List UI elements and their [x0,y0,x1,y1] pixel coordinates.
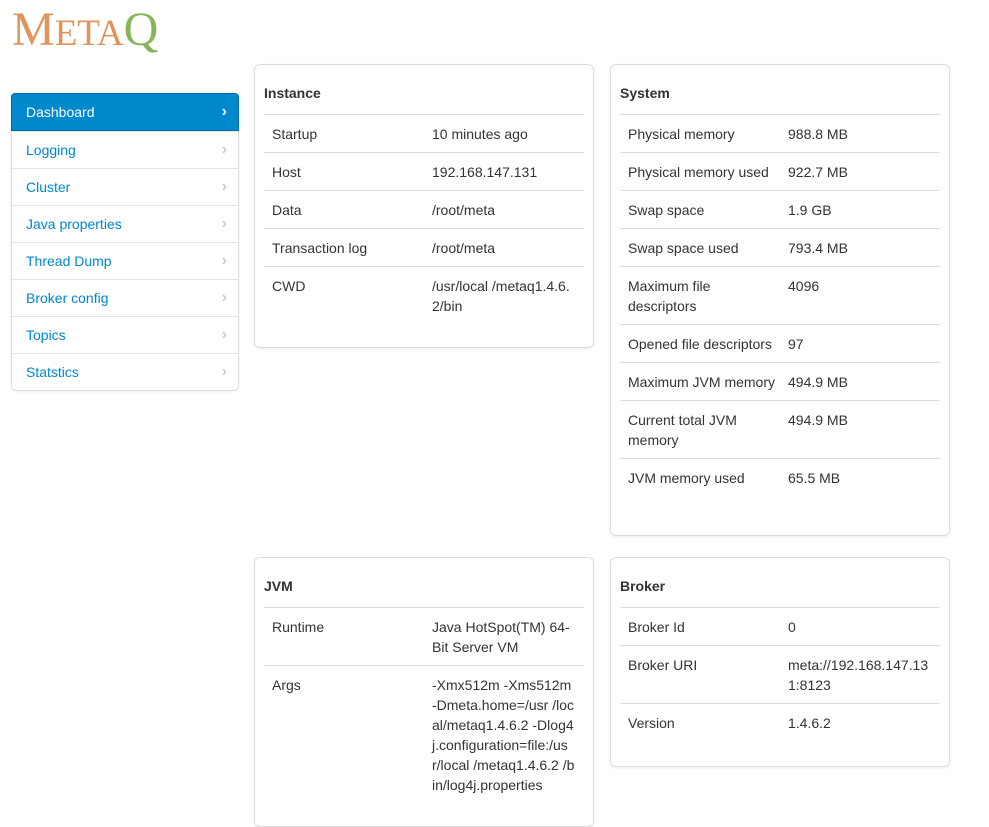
broker-panel-title: Broker [620,558,940,608]
jvm-row: Args -Xmx512m -Xms512m -Dmeta.home=/usr /… [264,665,584,803]
sidebar-item-topics[interactable]: Topics › [12,316,238,353]
jvm-row-key: Args [272,677,301,693]
sidebar-item-cluster[interactable]: Cluster › [12,168,238,205]
broker-row-key: Version [628,715,675,731]
jvm-row-value: Java HotSpot(TM) 64-Bit Server VM [432,619,570,655]
instance-row: Transaction log/root/meta [264,228,584,266]
chevron-right-icon: › [221,363,227,380]
system-row-key: Physical memory used [628,164,769,180]
chevron-right-icon: › [221,215,227,232]
system-row: Maximum file descriptors 4096 [620,266,940,324]
system-row-value: 988.8 MB [788,126,848,142]
sidebar-item-label: Thread Dump [26,253,112,269]
logo-letter-q: Q [123,3,159,56]
chevron-right-icon: › [221,103,227,120]
system-row: Swap space used 793.4 MB [620,228,940,266]
sidebar-item-label: Java properties [26,216,122,232]
broker-row-value: 0 [788,619,796,635]
system-row-key: Physical memory [628,126,735,142]
system-row-value: 65.5 MB [788,470,841,486]
jvm-row: Runtime Java HotSpot(TM) 64-Bit Server VM [264,608,584,665]
metaq-logo: METAQ [12,2,158,62]
sidebar-item-broker-config[interactable]: Broker config › [12,279,238,316]
instance-row-key: Host [272,164,301,180]
sidebar-item-logging[interactable]: Logging › [12,131,238,168]
broker-row: Broker Id 0 [620,608,940,645]
sidebar-item-label: Cluster [26,179,71,195]
jvm-row-value: -Xmx512m -Xms512m -Dmeta.home=/usr /loca… [432,677,575,793]
system-row-value: 97 [788,336,804,352]
chevron-right-icon: › [221,252,227,269]
system-row-key: JVM memory used [628,470,745,486]
system-row-key: Swap space [628,202,705,218]
instance-panel-title: Instance [264,65,584,115]
system-row-value: 494.9 MB [788,374,848,390]
system-row-value: 1.9 GB [788,202,832,218]
system-row-key: Opened file descriptors [628,336,772,352]
system-row-key: Current total JVM memory [628,412,737,448]
logo-letters-eta: ETA [54,13,124,54]
system-row: JVM memory used 65.5 MB [620,458,940,496]
sidebar-item-thread-dump[interactable]: Thread Dump › [12,242,238,279]
instance-row-value: /usr/local /metaq1.4.6.2/bin [432,278,570,314]
instance-row: Host 192.168.147.131 [264,152,584,190]
system-row-key: Swap space used [628,240,739,256]
broker-row: Version 1.4.6.2 [620,703,940,741]
system-panel-title: System [620,65,940,115]
instance-row-key: Startup [272,126,318,142]
chevron-right-icon: › [221,326,227,343]
chevron-right-icon: › [221,289,227,306]
sidebar-item-label: Statstics [26,364,79,380]
sidebar-item-label: Topics [26,327,66,343]
system-row-key: Maximum file descriptors [628,278,711,314]
instance-panel: Instance Startup 10 minutes ago Host 192.16… [254,64,594,348]
system-row: Opened file descriptors 97 [620,324,940,362]
instance-row-key: CWD [272,278,306,294]
sidebar-item-label: Broker config [26,290,109,306]
system-row-key: Maximum JVM memory [628,374,776,390]
instance-row-value: 10 minutes ago [432,126,528,142]
sidebar-item-dashboard[interactable]: Dashboard › [11,93,239,131]
jvm-row-key: Runtime [272,619,325,635]
system-row-value: 4096 [788,278,820,294]
sidebar-item-statstics[interactable]: Statstics › [12,353,238,390]
sidebar-item-label: Logging [26,142,76,158]
system-row: Swap space 1.9 GB [620,190,940,228]
broker-row: Broker URI meta://192.168.147.131:8123 [620,645,940,703]
instance-row-key: Data [272,202,302,218]
sidebar-nav: Dashboard › Logging › Cluster › Java propertie… [11,93,239,391]
chevron-right-icon: › [221,178,227,195]
broker-row-value: meta://192.168.147.131:8123 [788,657,929,693]
system-row-value: 494.9 MB [788,412,848,428]
system-row: Physical memory used 922.7 MB [620,152,940,190]
jvm-panel-title: JVM [264,558,584,608]
instance-row: CWD/usr/local /metaq1.4.6.2/bin [264,266,584,324]
instance-row: Startup 10 minutes ago [264,115,584,152]
instance-row-key: Transaction log [272,240,368,256]
instance-row-value: 192.168.147.131 [432,164,538,180]
system-row-value: 922.7 MB [788,164,848,180]
system-row: Current total JVM memory 494.9 MB [620,400,940,458]
system-row-value: 793.4 MB [788,240,848,256]
broker-row-value: 1.4.6.2 [788,715,831,731]
logo-letter-m: M [12,3,55,56]
system-row: Maximum JVM memory 494.9 MB [620,362,940,400]
system-row: Physical memory 988.8 MB [620,115,940,152]
broker-row-key: Broker Id [628,619,685,635]
instance-row-value: /root/meta [432,240,496,256]
broker-row-key: Broker URI [628,657,698,673]
jvm-panel: JVM Runtime Java HotSpot(TM) 64-Bit Serve… [254,557,594,827]
sidebar-item-java-properties[interactable]: Java properties › [12,205,238,242]
broker-panel: Broker Broker Id 0 Broker URI meta://192.16… [610,557,950,767]
instance-row-value: /root/meta [432,202,496,218]
sidebar-item-label: Dashboard [26,104,95,120]
chevron-right-icon: › [221,141,227,158]
system-panel: System Physical memory 988.8 MB Physical m… [610,64,950,536]
instance-row: Data/root/meta [264,190,584,228]
